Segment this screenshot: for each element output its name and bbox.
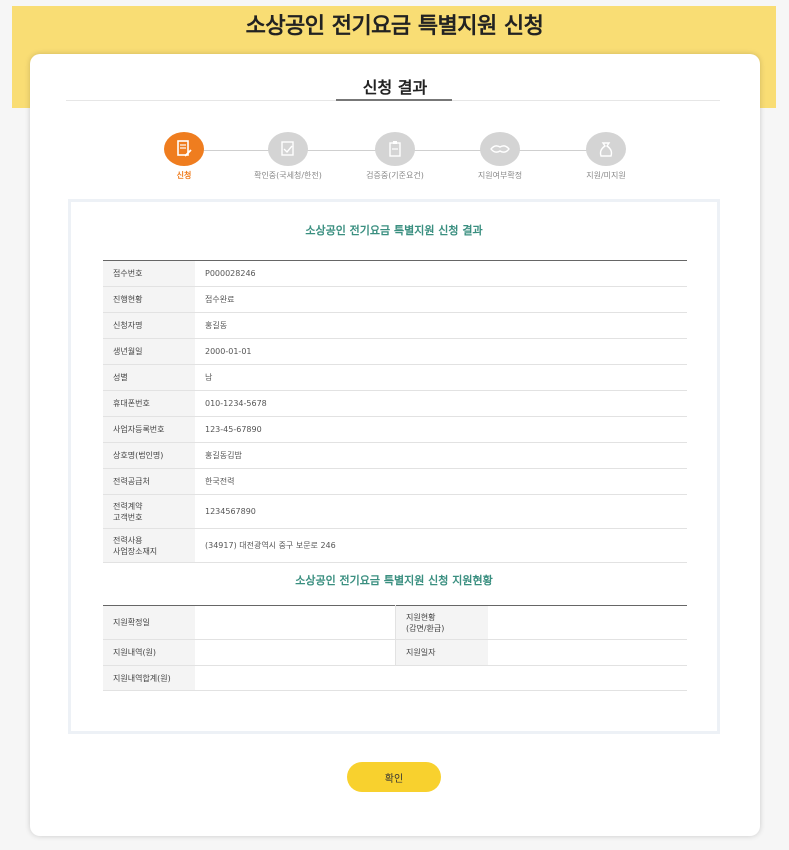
row-value: 접수완료 bbox=[195, 286, 687, 313]
section-title: 신청 결과 bbox=[362, 78, 428, 97]
table-row: 지원내역합계(원) bbox=[103, 665, 687, 691]
step-label: 확인중(국세청/한전) bbox=[254, 171, 322, 180]
confirm-date-value bbox=[195, 605, 396, 640]
table-row: 전력사용 사업장소재지 (34917) 대전광역시 중구 보문로 246 bbox=[103, 528, 687, 563]
row-label: 휴대폰번호 bbox=[103, 390, 195, 417]
row-value: 남 bbox=[195, 364, 687, 391]
support-total-label: 지원내역합계(원) bbox=[103, 665, 195, 691]
table-row: 상호명(법인명) 홍길동김밥 bbox=[103, 442, 687, 469]
support-status-label: 지원현황 (감면/환급) bbox=[395, 605, 488, 640]
table-row: 성별 남 bbox=[103, 364, 687, 391]
row-label: 접수번호 bbox=[103, 260, 195, 287]
table-row: 전력공급처 한국전력 bbox=[103, 468, 687, 495]
table-row: 사업자등록번호 123-45-67890 bbox=[103, 416, 687, 443]
result-card: 신청 결과 신청 확인중(국세청/한전) 검증중(기준요건) 지원여부확정 지원… bbox=[30, 54, 760, 836]
table-row: 지원확정일 지원현황 (감면/환급) bbox=[103, 605, 687, 640]
step-decision: 지원여부확정 bbox=[450, 132, 550, 181]
support-table: 지원확정일 지원현황 (감면/환급) 지원내역(원) 지원일자 지원내역합계(원… bbox=[103, 605, 687, 691]
step-checking: 확인중(국세청/한전) bbox=[238, 132, 338, 181]
clipboard-icon bbox=[375, 132, 415, 166]
row-value: 홍길동김밥 bbox=[195, 442, 687, 469]
table-row: 전력계약 고객번호 1234567890 bbox=[103, 494, 687, 529]
table-row: 진행현황 접수완료 bbox=[103, 286, 687, 313]
row-value: P000028246 bbox=[195, 260, 687, 287]
support-date-value bbox=[488, 639, 687, 666]
row-label: 전력사용 사업장소재지 bbox=[103, 528, 195, 563]
title-underline bbox=[336, 99, 452, 101]
row-value: 010-1234-5678 bbox=[195, 390, 687, 417]
support-detail-label: 지원내역(원) bbox=[103, 639, 195, 666]
row-value: 홍길동 bbox=[195, 312, 687, 339]
support-total-value bbox=[195, 665, 687, 691]
table-row: 신청자명 홍길동 bbox=[103, 312, 687, 339]
support-date-label: 지원일자 bbox=[395, 639, 488, 666]
table-row: 접수번호 P000028246 bbox=[103, 260, 687, 287]
row-value: 123-45-67890 bbox=[195, 416, 687, 443]
confirm-date-label: 지원확정일 bbox=[103, 605, 195, 640]
support-status-value bbox=[488, 605, 687, 640]
confirm-button[interactable]: 확인 bbox=[347, 762, 441, 792]
row-label: 사업자등록번호 bbox=[103, 416, 195, 443]
document-pen-icon bbox=[164, 132, 204, 166]
step-label: 지원/미지원 bbox=[586, 171, 626, 180]
row-label: 전력공급처 bbox=[103, 468, 195, 495]
row-value: 2000-01-01 bbox=[195, 338, 687, 365]
row-value: 1234567890 bbox=[195, 494, 687, 529]
table-row: 지원내역(원) 지원일자 bbox=[103, 639, 687, 666]
row-label: 성별 bbox=[103, 364, 195, 391]
applicant-table: 접수번호 P000028246 진행현황 접수완료 신청자명 홍길동 생년월일 2000-01… bbox=[103, 260, 687, 563]
document-check-icon bbox=[268, 132, 308, 166]
result-panel: 소상공인 전기요금 특별지원 신청 결과 접수번호 P000028246 진행현황 접… bbox=[68, 199, 720, 734]
progress-steps: 신청 확인중(국세청/한전) 검증중(기준요건) 지원여부확정 지원/미지원 bbox=[30, 132, 760, 192]
money-bag-icon bbox=[586, 132, 626, 166]
row-value: (34917) 대전광역시 중구 보문로 246 bbox=[195, 528, 687, 563]
table-row: 생년월일 2000-01-01 bbox=[103, 338, 687, 365]
step-label: 검증중(기준요건) bbox=[366, 171, 424, 180]
support-section-title: 소상공인 전기요금 특별지원 신청 지원현황 bbox=[295, 574, 493, 587]
row-label: 전력계약 고객번호 bbox=[103, 494, 195, 529]
step-result: 지원/미지원 bbox=[556, 132, 656, 181]
step-label: 지원여부확정 bbox=[477, 171, 523, 180]
row-label: 상호명(법인명) bbox=[103, 442, 195, 469]
support-detail-value bbox=[195, 639, 396, 666]
applicant-section-title: 소상공인 전기요금 특별지원 신청 결과 bbox=[305, 224, 483, 237]
step-verifying: 검증중(기준요건) bbox=[345, 132, 445, 181]
step-label: 신청 bbox=[176, 171, 192, 180]
page-title: 소상공인 전기요금 특별지원 신청 bbox=[245, 14, 544, 39]
handshake-icon bbox=[480, 132, 520, 166]
row-value: 한국전력 bbox=[195, 468, 687, 495]
row-label: 진행현황 bbox=[103, 286, 195, 313]
row-label: 신청자명 bbox=[103, 312, 195, 339]
row-label: 생년월일 bbox=[103, 338, 195, 365]
table-row: 휴대폰번호 010-1234-5678 bbox=[103, 390, 687, 417]
step-apply: 신청 bbox=[134, 132, 234, 181]
